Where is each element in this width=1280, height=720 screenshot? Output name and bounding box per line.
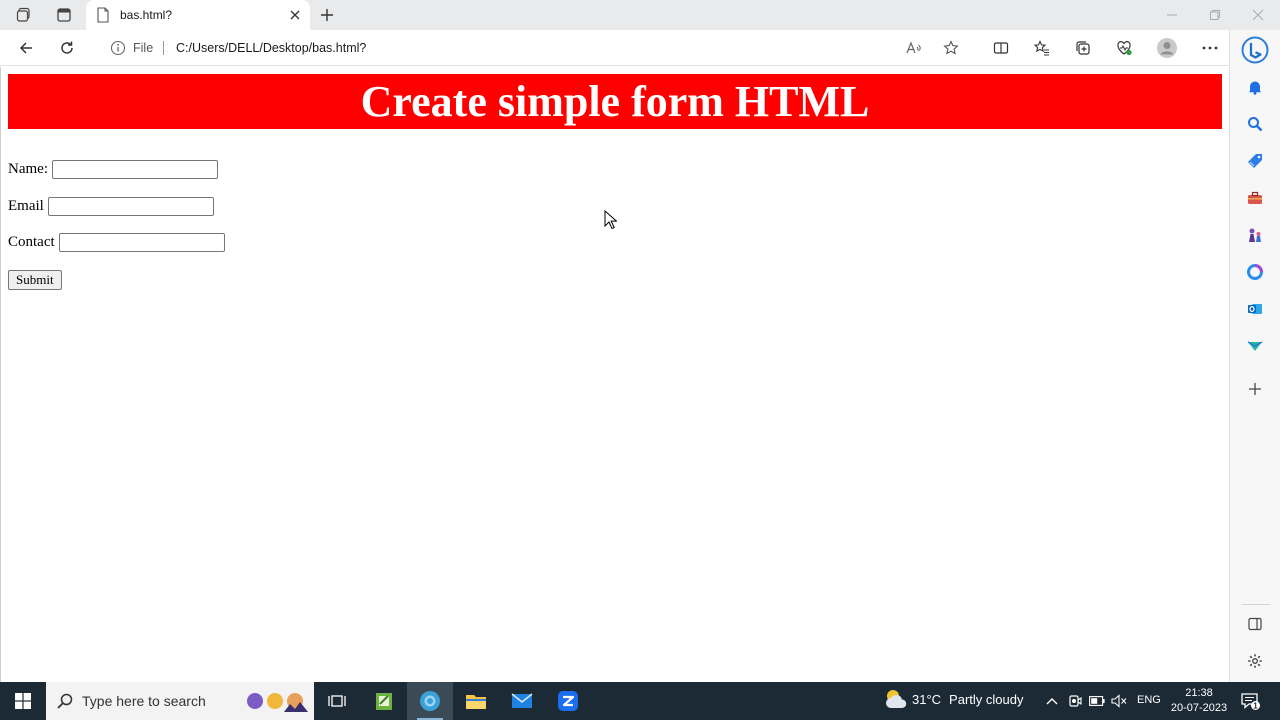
drop-icon[interactable]: [1244, 335, 1266, 357]
notification-center-icon[interactable]: 1: [1240, 691, 1260, 714]
mail-app-icon[interactable]: [499, 682, 545, 720]
back-button[interactable]: [12, 35, 40, 61]
name-label: Name:: [8, 161, 48, 177]
email-row: Email: [8, 197, 214, 216]
mouse-cursor-icon: [604, 209, 618, 233]
tab-bar: bas.html?: [0, 0, 1280, 30]
url-text[interactable]: C:/Users/DELL/Desktop/bas.html?: [176, 41, 366, 55]
page-heading: Create simple form HTML: [8, 74, 1222, 129]
email-label: Email: [8, 198, 44, 214]
page-viewport: Create simple form HTML Name: Email Cont…: [0, 67, 1229, 682]
weather-widget[interactable]: 31°C Partly cloudy: [884, 690, 1024, 708]
profile-avatar[interactable]: [1155, 36, 1179, 60]
favorites-icon[interactable]: [1030, 36, 1054, 60]
name-row: Name:: [8, 160, 218, 179]
weather-temp: 31°C: [912, 692, 942, 707]
more-options-icon[interactable]: [1198, 36, 1222, 60]
favorite-star-icon[interactable]: [941, 39, 961, 57]
tab-actions-icon[interactable]: [50, 4, 78, 26]
outlook-icon[interactable]: [1244, 298, 1266, 320]
minimize-icon[interactable]: [1158, 4, 1186, 26]
windows-start-icon[interactable]: [0, 682, 46, 720]
input-language[interactable]: ENG: [1137, 694, 1161, 706]
bing-icon[interactable]: [1241, 36, 1269, 64]
chevron-up-icon[interactable]: [1043, 692, 1061, 710]
windows-taskbar: Type here to search 31°C Partly cloudy E…: [0, 682, 1280, 720]
zoom-app-icon[interactable]: [545, 682, 591, 720]
read-aloud-icon[interactable]: [904, 39, 924, 57]
toolbox-icon[interactable]: [1244, 187, 1266, 209]
search-highlight-icon: [244, 690, 308, 712]
restore-icon[interactable]: [1201, 4, 1229, 26]
info-icon[interactable]: [110, 40, 126, 59]
clock-time: 21:38: [1185, 687, 1213, 699]
name-input[interactable]: [51, 160, 218, 179]
browser-toolbar: File C:/Users/DELL/Desktop/bas.html?: [0, 30, 1280, 66]
workspaces-icon[interactable]: [10, 4, 38, 26]
edge-sidebar: [1229, 30, 1280, 682]
task-view-icon[interactable]: [314, 682, 360, 720]
sidebar-divider: [1242, 604, 1270, 605]
address-separator: [163, 41, 164, 55]
page-icon: [96, 7, 110, 26]
contact-label: Contact: [8, 234, 55, 250]
taskbar-search-placeholder: Type here to search: [82, 693, 206, 709]
add-icon[interactable]: [1244, 378, 1266, 400]
new-tab-button[interactable]: [316, 4, 338, 26]
taskbar-search-box[interactable]: Type here to search: [46, 682, 314, 720]
shopping-tag-icon[interactable]: [1244, 150, 1266, 172]
search-icon: [56, 692, 74, 713]
contact-input[interactable]: [58, 233, 225, 252]
office-icon[interactable]: [1244, 261, 1266, 283]
active-tab[interactable]: bas.html?: [86, 0, 310, 30]
close-tab-icon[interactable]: [286, 6, 304, 24]
volume-muted-icon[interactable]: [1110, 692, 1128, 710]
weather-condition: Partly cloudy: [949, 692, 1024, 707]
collections-icon[interactable]: [1071, 36, 1095, 60]
refresh-button[interactable]: [53, 35, 81, 61]
games-icon[interactable]: [1244, 224, 1266, 246]
contact-row: Contact: [8, 233, 225, 252]
window-close-icon[interactable]: [1244, 4, 1272, 26]
file-label: File: [133, 41, 154, 55]
tab-title: bas.html?: [120, 8, 173, 22]
settings-icon[interactable]: [1244, 650, 1266, 672]
file-explorer-icon[interactable]: [453, 682, 499, 720]
battery-icon[interactable]: [1088, 692, 1106, 710]
notepad-app-icon[interactable]: [361, 682, 407, 720]
submit-button[interactable]: Submit: [8, 270, 62, 290]
clock-date: 20-07-2023: [1170, 702, 1228, 714]
edge-app-icon[interactable]: [407, 682, 453, 720]
system-clock[interactable]: 21:38 20-07-2023: [1166, 686, 1232, 716]
split-screen-icon[interactable]: [989, 36, 1013, 60]
email-input[interactable]: [47, 197, 214, 216]
partly-cloudy-icon: [884, 688, 908, 713]
notification-count: 1: [1253, 701, 1258, 710]
meet-now-icon[interactable]: [1066, 692, 1084, 710]
bell-icon[interactable]: [1244, 76, 1266, 98]
address-bar[interactable]: File C:/Users/DELL/Desktop/bas.html?: [98, 34, 974, 62]
search-icon[interactable]: [1244, 113, 1266, 135]
browser-essentials-icon[interactable]: [1112, 36, 1136, 60]
split-pane-icon[interactable]: [1244, 613, 1266, 635]
